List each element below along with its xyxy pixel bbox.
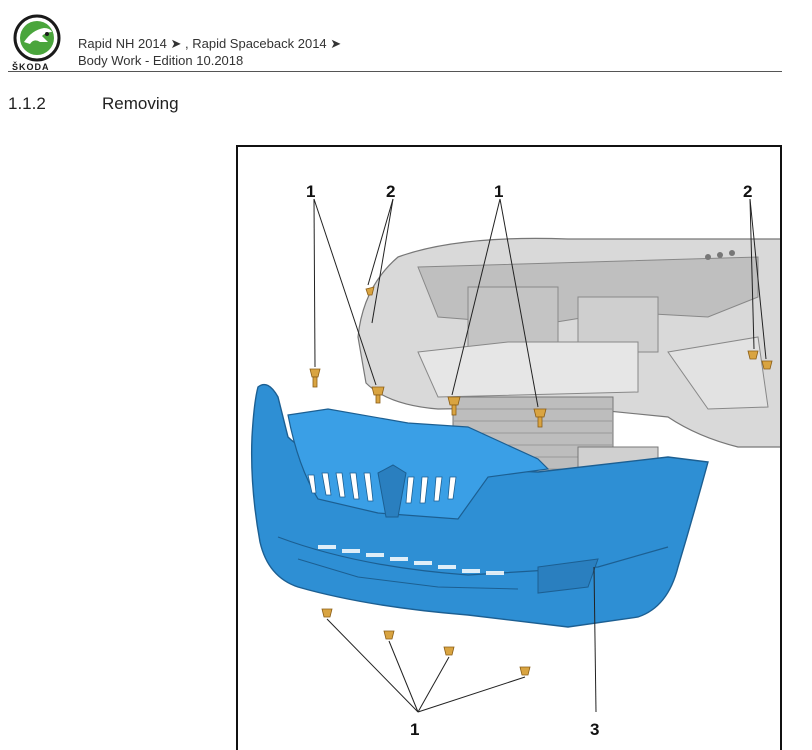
callout-2-top-right: 2 [743, 182, 752, 201]
callout-1-top-center: 1 [494, 182, 503, 201]
page-header: ŠKODA Rapid NH 2014 ➤ , Rapid Spaceback … [0, 0, 812, 74]
header-edition: Body Work - Edition 10.2018 [78, 53, 244, 68]
section-title: Removing [102, 94, 179, 113]
callout-1-top-left: 1 [306, 182, 315, 201]
bumper-removal-figure: 1 2 1 2 1 3 [236, 145, 782, 750]
callout-2-top-left: 2 [386, 182, 395, 201]
callout-3-bottom: 3 [590, 720, 599, 739]
header-models: Rapid NH 2014 ➤ , Rapid Spaceback 2014 ➤ [78, 36, 342, 51]
header-divider [8, 71, 782, 72]
bumper-illustration: 1 2 1 2 1 3 [250, 182, 780, 739]
callout-1-bottom: 1 [410, 720, 419, 739]
section-number: 1.1.2 [8, 94, 46, 113]
